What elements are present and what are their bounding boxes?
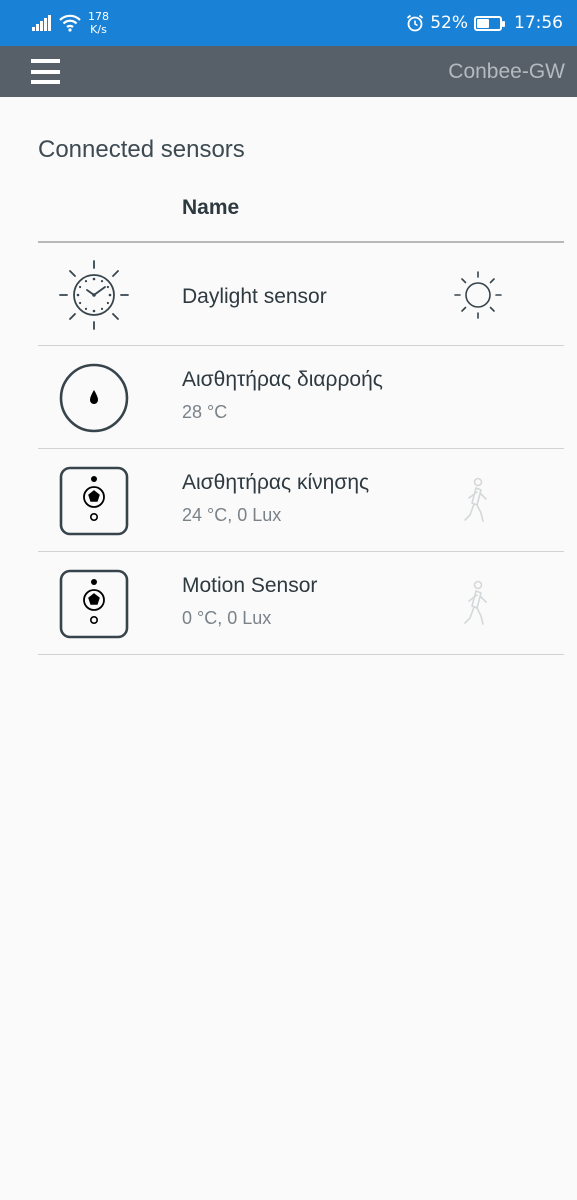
status-left: 178 K/s [32, 10, 109, 36]
app-bar: Conbee-GW [0, 46, 577, 97]
sensor-row-motion-gr[interactable]: Αισθητήρας κίνησης 24 °C, 0 Lux [38, 449, 564, 552]
sensor-name: Daylight sensor [182, 285, 327, 308]
sensor-text: Αισθητήρας κίνησης 24 °C, 0 Lux [182, 471, 410, 526]
status-right: 52% 17:56 [406, 13, 563, 33]
walking-person-icon [464, 580, 487, 625]
walking-person-icon [464, 477, 487, 522]
sensor-row-motion[interactable]: Motion Sensor 0 °C, 0 Lux [38, 552, 564, 655]
sensor-text: Αισθητήρας διαρροής 28 °C [182, 368, 410, 423]
sensor-name: Αισθητήρας διαρροής [182, 368, 383, 391]
battery-percent: 52% [430, 13, 468, 33]
battery-level [477, 18, 490, 28]
network-speed: 178 K/s [88, 10, 109, 36]
battery-icon [474, 15, 505, 31]
sun-icon [454, 271, 502, 319]
sensor-row-water-leak[interactable]: Αισθητήρας διαρροής 28 °C [38, 346, 564, 449]
page-title: Connected sensors [38, 136, 245, 163]
app-title: Conbee-GW [448, 59, 565, 83]
sensor-readings: 28 °C [182, 402, 228, 422]
sensor-list: Daylight sensor Αισθητήρας διαρροής 28 °… [38, 243, 564, 655]
hamburger-menu-icon[interactable] [31, 59, 60, 84]
wifi-icon [59, 14, 81, 32]
sensor-name: Motion Sensor [182, 574, 318, 597]
motion-sensor-icon [59, 466, 129, 536]
sensor-row-daylight[interactable]: Daylight sensor [38, 243, 564, 346]
alarm-icon [407, 14, 424, 32]
column-header-name[interactable]: Name [182, 196, 239, 220]
sensor-text: Motion Sensor 0 °C, 0 Lux [182, 574, 410, 629]
sensor-readings: 24 °C, 0 Lux [182, 505, 282, 525]
signal-icon [32, 15, 51, 31]
network-speed-value: 178 [88, 10, 109, 23]
clock-time: 17:56 [514, 13, 563, 33]
motion-sensor-icon [59, 569, 129, 639]
sensor-name: Αισθητήρας κίνησης [182, 471, 370, 494]
sensor-text: Daylight sensor [182, 285, 410, 309]
daylight-clock-icon [59, 260, 129, 330]
network-speed-unit: K/s [90, 23, 107, 36]
water-leak-icon [59, 363, 129, 433]
sensor-readings: 0 °C, 0 Lux [182, 608, 272, 628]
status-bar: 178 K/s 52% 17:56 [0, 0, 577, 46]
